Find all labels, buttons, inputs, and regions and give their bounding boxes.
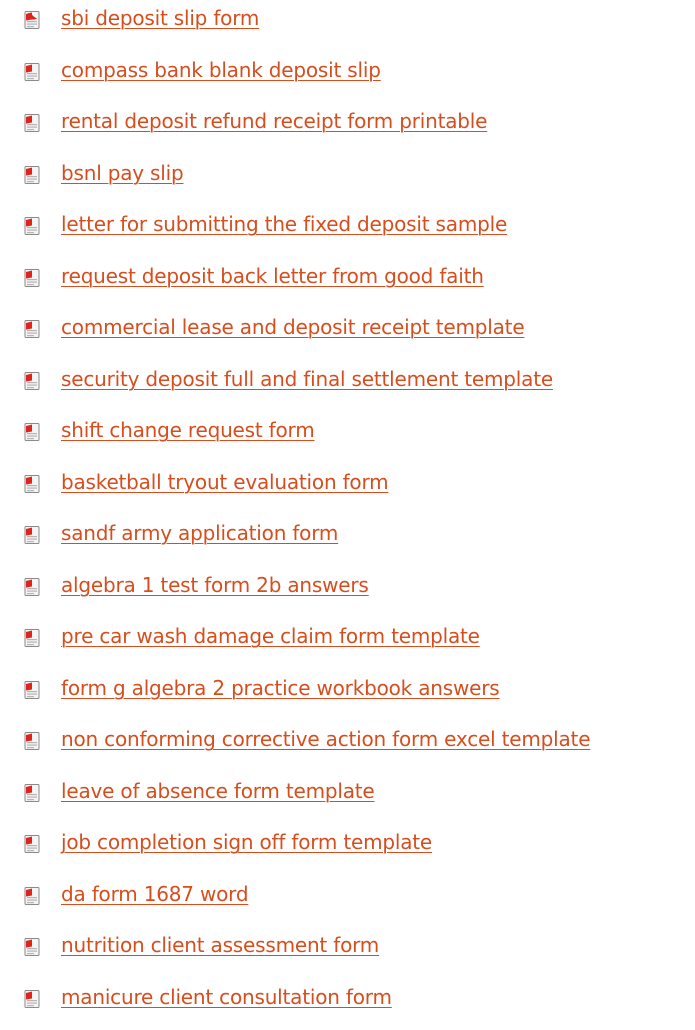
list-item: da form 1687 word (0, 876, 695, 928)
document-link[interactable]: pre car wash damage claim form template (61, 623, 480, 649)
document-link[interactable]: form g algebra 2 practice workbook answe… (61, 675, 499, 701)
list-item: security deposit full and final settleme… (0, 361, 695, 413)
pdf-file-icon (24, 887, 40, 905)
pdf-file-icon (24, 166, 40, 184)
document-link[interactable]: shift change request form (61, 417, 315, 443)
pdf-file-icon (24, 269, 40, 287)
document-link[interactable]: sandf army application form (61, 520, 338, 546)
list-item: manicure client consultation form (0, 979, 695, 1030)
list-item: non conforming corrective action form ex… (0, 721, 695, 773)
list-item: commercial lease and deposit receipt tem… (0, 309, 695, 361)
list-item: compass bank blank deposit slip (0, 52, 695, 104)
list-item: letter for submitting the fixed deposit … (0, 206, 695, 258)
list-item: shift change request form (0, 412, 695, 464)
pdf-file-icon (24, 990, 40, 1008)
document-link-list: sbi deposit slip form compass bank blank… (0, 0, 695, 1030)
pdf-file-icon (24, 629, 40, 647)
pdf-file-icon (24, 217, 40, 235)
document-link[interactable]: bsnl pay slip (61, 160, 183, 186)
list-item: basketball tryout evaluation form (0, 464, 695, 516)
list-item: rental deposit refund receipt form print… (0, 103, 695, 155)
document-link[interactable]: job completion sign off form template (61, 829, 432, 855)
document-link[interactable]: sbi deposit slip form (61, 5, 259, 31)
document-link[interactable]: non conforming corrective action form ex… (61, 726, 590, 752)
document-link[interactable]: compass bank blank deposit slip (61, 57, 381, 83)
document-link[interactable]: da form 1687 word (61, 881, 248, 907)
list-item: algebra 1 test form 2b answers (0, 567, 695, 619)
pdf-file-icon (24, 526, 40, 544)
list-item: leave of absence form template (0, 773, 695, 825)
pdf-file-icon (24, 372, 40, 390)
pdf-file-icon (24, 423, 40, 441)
document-link[interactable]: letter for submitting the fixed deposit … (61, 211, 507, 237)
pdf-file-icon (24, 784, 40, 802)
list-item: pre car wash damage claim form template (0, 618, 695, 670)
document-link[interactable]: manicure client consultation form (61, 984, 392, 1010)
pdf-file-icon (24, 63, 40, 81)
document-link[interactable]: basketball tryout evaluation form (61, 469, 388, 495)
pdf-file-icon (24, 578, 40, 596)
pdf-file-icon (24, 938, 40, 956)
pdf-file-icon (24, 320, 40, 338)
list-item: request deposit back letter from good fa… (0, 258, 695, 310)
pdf-file-icon (24, 11, 40, 29)
document-link[interactable]: algebra 1 test form 2b answers (61, 572, 369, 598)
document-link[interactable]: nutrition client assessment form (61, 932, 379, 958)
document-link[interactable]: request deposit back letter from good fa… (61, 263, 484, 289)
list-item: sbi deposit slip form (0, 0, 695, 52)
document-link[interactable]: security deposit full and final settleme… (61, 366, 553, 392)
pdf-file-icon (24, 835, 40, 853)
list-item: form g algebra 2 practice workbook answe… (0, 670, 695, 722)
pdf-file-icon (24, 475, 40, 493)
document-link[interactable]: leave of absence form template (61, 778, 375, 804)
list-item: job completion sign off form template (0, 824, 695, 876)
list-item: bsnl pay slip (0, 155, 695, 207)
list-item: nutrition client assessment form (0, 927, 695, 979)
pdf-file-icon (24, 732, 40, 750)
document-link[interactable]: commercial lease and deposit receipt tem… (61, 314, 524, 340)
pdf-file-icon (24, 681, 40, 699)
list-item: sandf army application form (0, 515, 695, 567)
document-link[interactable]: rental deposit refund receipt form print… (61, 108, 487, 134)
pdf-file-icon (24, 114, 40, 132)
